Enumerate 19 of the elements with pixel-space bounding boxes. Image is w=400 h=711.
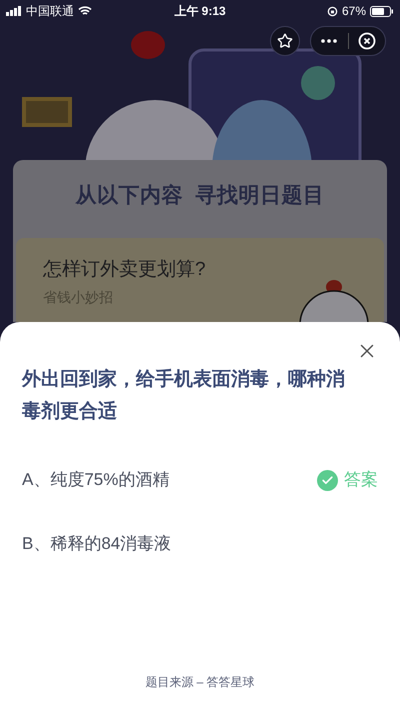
- carrier-name: 中国联通: [26, 3, 74, 20]
- rotation-lock-icon: [326, 6, 338, 16]
- answer-label: 答案: [344, 469, 378, 492]
- battery-percent: 67%: [342, 3, 366, 20]
- option-text[interactable]: A、纯度75%的酒精: [22, 467, 317, 493]
- headline: 从以下内容 寻找明日题目: [75, 182, 325, 210]
- clock-time: 上午 9:13: [174, 3, 226, 20]
- option-text[interactable]: B、稀释的84消毒液: [22, 531, 378, 557]
- signal-icon: [6, 6, 22, 16]
- question-text: 外出回到家，给手机表面消毒，哪种消毒剂更合适: [22, 368, 346, 424]
- close-icon: [358, 32, 376, 50]
- battery-icon: [370, 6, 394, 16]
- article-title: 怎样订外卖更划算?: [43, 258, 207, 282]
- chicken-drawing: [299, 277, 369, 322]
- more-icon: [321, 39, 338, 43]
- wifi-icon: [78, 6, 92, 16]
- checkmark-icon: [321, 474, 334, 486]
- star-icon: [277, 33, 293, 49]
- source-text: 题目来源 – 答答星球: [145, 674, 255, 691]
